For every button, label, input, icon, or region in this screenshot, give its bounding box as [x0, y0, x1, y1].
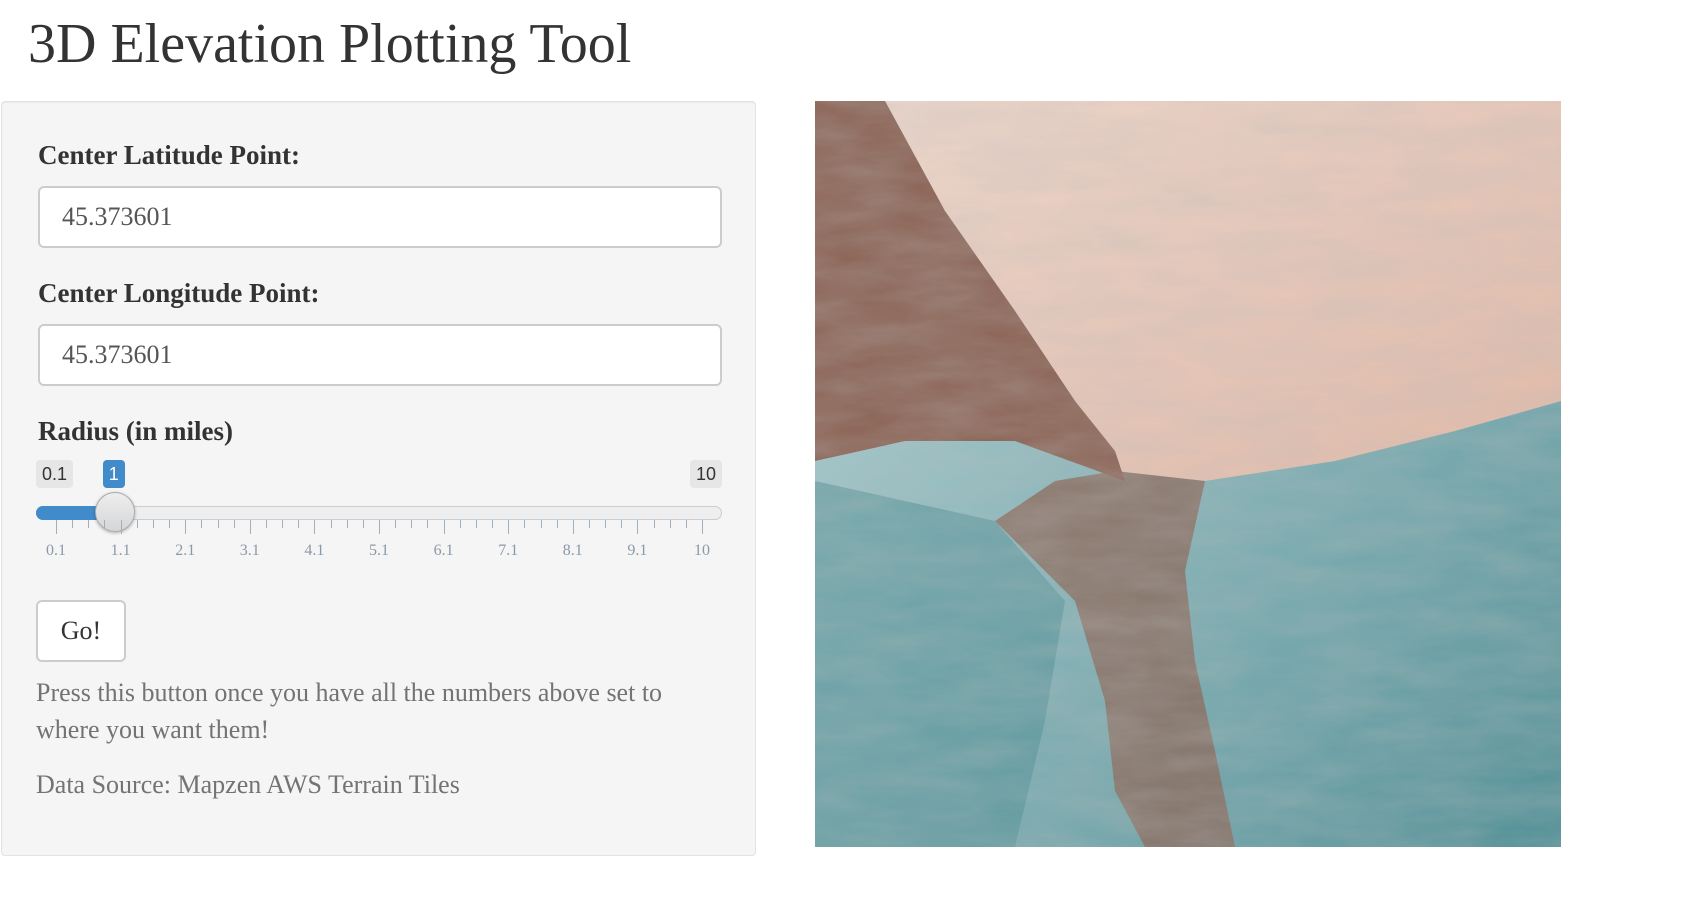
slider-value-badge: 1: [102, 460, 125, 488]
slider-major-tick: [314, 520, 316, 534]
slider-minor-tick: [72, 520, 74, 528]
slider-minor-tick: [233, 520, 235, 528]
slider-minor-tick: [265, 520, 267, 528]
slider-tick-label: 6.1: [433, 542, 454, 559]
radius-label: Radius (in miles): [38, 416, 234, 446]
slider-tick-label: 1.1: [110, 542, 131, 559]
slider-minor-tick: [492, 520, 494, 528]
slider-minor-tick: [88, 520, 90, 528]
slider-tick-label: 7.1: [498, 542, 519, 559]
slider-tick-label: 10: [694, 542, 710, 559]
slider-major-tick: [508, 520, 510, 534]
slider-minor-tick: [395, 520, 397, 528]
slider-minor-tick: [201, 520, 203, 528]
slider-minor-tick: [556, 520, 558, 528]
slider-minor-tick: [459, 520, 461, 528]
slider-minor-tick: [653, 520, 655, 528]
help-text: Press this button once you have all the …: [36, 678, 663, 744]
slider-ticks: 0.1 1.1 2.1 3.1 4.1 5.1 6.1 7.1 8.1 9.1 10: [36, 520, 722, 570]
slider-minor-tick: [669, 520, 671, 528]
slider-max-badge: 10: [689, 460, 722, 488]
slider-tick-label: 3.1: [239, 542, 260, 559]
slider-minor-tick: [298, 520, 300, 528]
data-source-text: Data Source: Mapzen AWS Terrain Tiles: [36, 770, 460, 799]
elevation-plot-image: [815, 101, 1561, 847]
slider-major-tick: [56, 520, 57, 534]
slider-minor-tick: [136, 520, 138, 528]
slider-major-tick: [185, 520, 187, 534]
longitude-label: Center Longitude Point:: [38, 278, 320, 308]
slider-minor-tick: [152, 520, 154, 528]
latitude-input[interactable]: [38, 186, 722, 248]
slider-tick-label: 5.1: [369, 542, 389, 559]
slider-tick-label: 2.1: [175, 542, 196, 559]
slider-minor-tick: [427, 520, 429, 528]
slider-minor-tick: [605, 520, 607, 528]
slider-minor-tick: [475, 520, 477, 528]
slider-minor-tick: [621, 520, 623, 528]
slider-minor-tick: [169, 520, 171, 528]
slider-minor-tick: [217, 520, 219, 528]
slider-minor-tick: [685, 520, 687, 528]
slider-minor-tick: [330, 520, 332, 528]
page-title: 3D Elevation Plotting Tool: [28, 13, 632, 75]
slider-minor-tick: [524, 520, 526, 528]
slider-major-tick: [572, 520, 574, 534]
slider-major-tick: [120, 520, 122, 534]
slider-minor-tick: [588, 520, 590, 528]
elevation-plot[interactable]: [815, 101, 1561, 847]
slider-minor-tick: [362, 520, 364, 528]
slider-tick-label: 8.1: [562, 542, 583, 559]
slider-major-tick: [702, 520, 703, 534]
go-button[interactable]: Go!: [36, 600, 126, 662]
radius-slider[interactable]: 0.1 1 10 0.1 1.1 2.1 3.1 4.1 5.1 6.1 7.1 8.1 9.1 1…: [36, 458, 722, 568]
slider-major-tick: [443, 520, 445, 534]
slider-major-tick: [637, 520, 639, 534]
slider-minor-tick: [282, 520, 284, 528]
slider-tick-label: 0.1: [46, 542, 66, 559]
slider-minor-tick: [104, 520, 106, 528]
slider-min-badge: 0.1: [36, 460, 74, 488]
slider-minor-tick: [411, 520, 413, 528]
slider-tick-label: 4.1: [304, 542, 325, 559]
latitude-label: Center Latitude Point:: [38, 140, 300, 170]
slider-minor-tick: [540, 520, 542, 528]
slider-tick-label: 9.1: [627, 542, 648, 559]
slider-major-tick: [379, 520, 380, 534]
slider-major-tick: [249, 520, 251, 534]
slider-track[interactable]: [36, 506, 722, 520]
slider-minor-tick: [346, 520, 348, 528]
longitude-input[interactable]: [38, 324, 722, 386]
